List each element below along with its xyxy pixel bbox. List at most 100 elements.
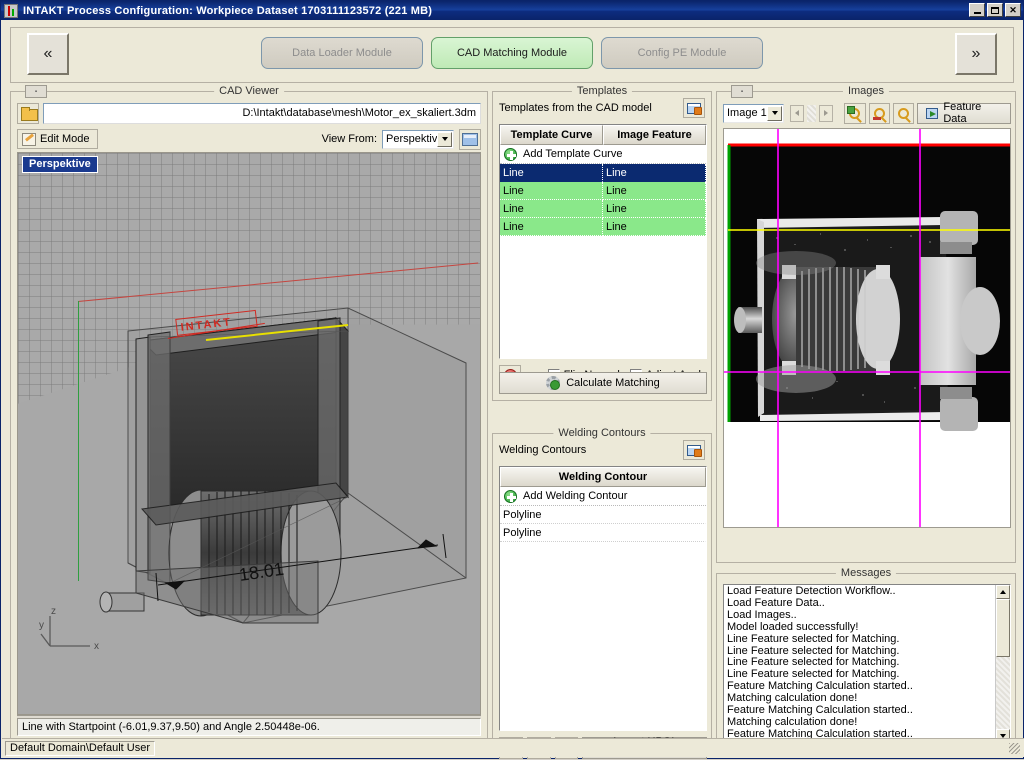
next-image-button[interactable] [819, 104, 834, 122]
cad-viewer-collapse-button[interactable]: ▪ [25, 85, 47, 98]
close-button[interactable]: ✕ [1005, 3, 1021, 17]
table-row[interactable]: Line Line [500, 182, 706, 200]
module-cad-matching[interactable]: CAD Matching Module [431, 37, 593, 69]
messages-panel: Messages Load Feature Detection Workflow… [716, 567, 1016, 753]
popout-window-icon [687, 102, 702, 115]
feature-data-button[interactable]: Feature Data [917, 101, 1011, 125]
plus-icon [504, 489, 517, 503]
cad-file-path[interactable]: D:\Intakt\database\mesh\Motor_ex_skalier… [43, 102, 481, 124]
edit-mode-button[interactable]: Edit Mode [17, 129, 98, 149]
title-bar: INTAKT Process Configuration: Workpiece … [1, 1, 1023, 20]
add-template-curve-row[interactable]: Add Template Curve [500, 145, 706, 164]
view-from-select[interactable]: Perspektiv [382, 129, 454, 149]
cad-view-controls: Edit Mode View From: Perspektiv [17, 128, 481, 150]
next-module-button[interactable]: » [955, 33, 997, 75]
templates-panel: Templates Templates from the CAD model T… [492, 85, 712, 401]
cad-viewer-panel: ▪ CAD Viewer D:\Intakt\database\mesh\Mot… [10, 85, 488, 753]
templates-sub-label: Templates from the CAD model [499, 102, 652, 114]
list-item[interactable]: Polyline [500, 506, 706, 524]
list-item[interactable]: Polyline [500, 524, 706, 542]
cell-welding-contour: Polyline [500, 506, 706, 524]
welding-table-header: Welding Contour [500, 467, 706, 487]
cell-template-curve: Line [500, 164, 603, 182]
svg-text:y: y [39, 620, 44, 631]
welding-sub-label: Welding Contours [499, 444, 587, 456]
cell-image-feature: Line [603, 182, 706, 200]
edit-mode-label: Edit Mode [40, 133, 90, 145]
zoom-in-button[interactable] [844, 102, 866, 124]
welding-popout-button[interactable] [683, 440, 705, 460]
images-collapse-button[interactable]: ▪ [731, 85, 753, 98]
maximize-viewport-button[interactable] [459, 128, 481, 150]
view-from-value: Perspektiv [386, 133, 438, 145]
image-slider-track[interactable] [807, 104, 817, 122]
feature-data-label: Feature Data [943, 101, 982, 125]
arrow-left-icon [795, 110, 800, 116]
minimize-button[interactable] [969, 3, 985, 17]
calculate-matching-label: Calculate Matching [566, 377, 660, 389]
table-row[interactable]: Line Line [500, 200, 706, 218]
cell-image-feature: Line [603, 164, 706, 182]
cad-file-row: D:\Intakt\database\mesh\Motor_ex_skalier… [17, 102, 481, 124]
axis-triad-icon: x z y [39, 606, 99, 652]
templates-table[interactable]: Template Curve Image Feature Add Templat… [499, 124, 707, 359]
templates-table-header: Template Curve Image Feature [500, 125, 706, 145]
messages-list: Load Feature Detection Workflow.. Load F… [724, 585, 995, 743]
module-data-loader[interactable]: Data Loader Module [261, 37, 423, 69]
images-toolbar: Image 1 Feature Data [723, 101, 1011, 125]
column-image-feature: Image Feature [603, 125, 706, 145]
cell-template-curve: Line [500, 182, 603, 200]
column-welding-contour: Welding Contour [500, 467, 706, 487]
scroll-up-button[interactable] [996, 585, 1010, 599]
svg-text:z: z [51, 606, 56, 617]
open-file-button[interactable] [17, 102, 39, 124]
module-config-pe[interactable]: Config PE Module [601, 37, 763, 69]
scrollbar-track[interactable] [996, 657, 1010, 729]
viewport-label: Perspektive [22, 156, 98, 173]
resize-grip[interactable] [1007, 741, 1021, 755]
cell-welding-contour: Polyline [500, 524, 706, 542]
application-status-bar: Default Domain\Default User [2, 738, 1024, 757]
maximize-button[interactable] [987, 3, 1003, 17]
images-title: Images [842, 85, 890, 97]
zoom-out-button[interactable] [868, 102, 890, 124]
list-item: Model loaded successfully! [727, 620, 859, 633]
gear-icon [546, 376, 561, 390]
messages-title: Messages [835, 567, 897, 579]
cad-viewer-title: CAD Viewer [214, 85, 284, 97]
pencil-icon [22, 132, 36, 146]
magnifier-icon [898, 107, 910, 119]
module-button-group: Data Loader Module CAD Matching Module C… [11, 37, 1013, 69]
image-select[interactable]: Image 1 [723, 103, 785, 123]
scrollbar-thumb[interactable] [996, 599, 1010, 657]
cell-template-curve: Line [500, 200, 603, 218]
list-item: Line Feature selected for Matching. [727, 632, 900, 645]
messages-scrollbar[interactable] [995, 585, 1010, 743]
calculate-matching-button[interactable]: Calculate Matching [499, 372, 707, 394]
chevron-down-icon[interactable] [437, 131, 452, 147]
welding-table[interactable]: Welding Contour Add Welding Contour Poly… [499, 466, 707, 731]
list-item: Load Images.. [727, 608, 797, 621]
images-panel: ▪ Images Image 1 Feature Data [716, 85, 1016, 563]
application-window: INTAKT Process Configuration: Workpiece … [0, 0, 1024, 760]
cad-viewport[interactable]: Perspektive INTAKT 18.01 x z y [17, 152, 481, 715]
table-row[interactable]: Line Line [500, 218, 706, 236]
image-select-value: Image 1 [727, 107, 767, 119]
messages-box[interactable]: Load Feature Detection Workflow.. Load F… [723, 584, 1011, 744]
image-viewer-canvas[interactable] [723, 128, 1011, 528]
window-title: INTAKT Process Configuration: Workpiece … [23, 4, 433, 17]
add-welding-contour-row[interactable]: Add Welding Contour [500, 487, 706, 506]
zoom-fit-button[interactable] [892, 102, 915, 124]
templates-popout-button[interactable] [683, 98, 705, 118]
chevron-down-icon[interactable] [767, 105, 783, 121]
folder-icon [20, 107, 38, 121]
window-controls: ✕ [969, 3, 1021, 17]
column-template-curve: Template Curve [500, 125, 603, 145]
window-icon [462, 132, 478, 146]
cad-status-text: Line with Startpoint (-6.01,9.37,9.50) a… [17, 718, 481, 736]
arrow-up-icon [1000, 590, 1006, 594]
table-row[interactable]: Line Line [500, 164, 706, 182]
previous-image-button[interactable] [790, 104, 805, 122]
module-navigation-bar: « Data Loader Module CAD Matching Module… [10, 27, 1014, 83]
cell-image-feature: Line [603, 200, 706, 218]
